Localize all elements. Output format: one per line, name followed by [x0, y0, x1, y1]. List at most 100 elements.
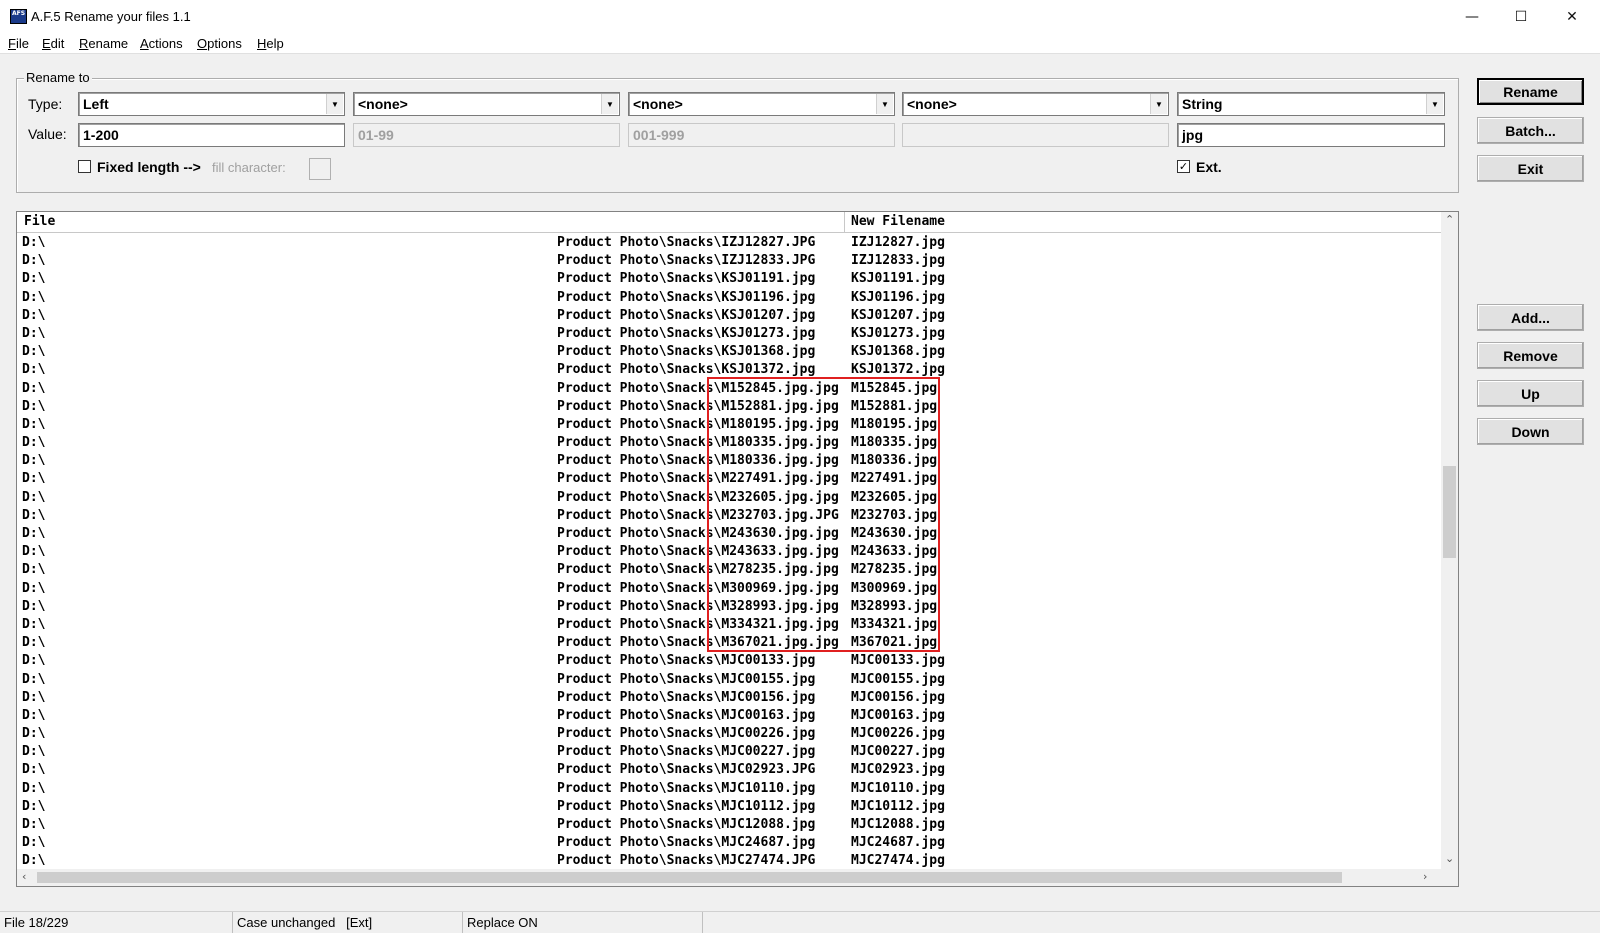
table-row[interactable]: D:\ Product Photo\Snacks\IZJ12827.JPG IZJ1…: [17, 234, 1442, 252]
status-file-count: File 18/229: [0, 912, 233, 933]
chevron-down-icon[interactable]: ▼: [601, 94, 618, 114]
table-row[interactable]: D:\ Product Photo\Snacks\MJC12088.jpg MJC1…: [17, 816, 1442, 834]
file-name: M328993.jpg.jpg: [721, 598, 839, 614]
scroll-right-icon[interactable]: ›: [1423, 870, 1427, 883]
value-field-5[interactable]: jpg: [1177, 123, 1445, 147]
file-path: Product Photo\Snacks\M180335.jpg.jpg: [557, 435, 844, 450]
table-row[interactable]: D:\ Product Photo\Snacks\M227491.jpg.jpg M…: [17, 470, 1442, 488]
table-row[interactable]: D:\ Product Photo\Snacks\MJC00226.jpg MJC0…: [17, 725, 1442, 743]
type-select-1[interactable]: Left ▼: [78, 92, 345, 116]
file-name: MJC10112.jpg: [721, 798, 816, 814]
table-row[interactable]: D:\ Product Photo\Snacks\MJC10112.jpg MJC1…: [17, 798, 1442, 816]
file-path: Product Photo\Snacks\KSJ01196.jpg: [557, 290, 844, 305]
table-row[interactable]: D:\ Product Photo\Snacks\M180336.jpg.jpg M…: [17, 452, 1442, 470]
table-row[interactable]: D:\ Product Photo\Snacks\M300969.jpg.jpg M…: [17, 580, 1442, 598]
type-select-4[interactable]: <none> ▼: [902, 92, 1169, 116]
file-drive: D:\: [22, 435, 46, 451]
column-header-new-filename[interactable]: New Filename: [851, 214, 945, 229]
fixed-length-checkbox[interactable]: [78, 160, 91, 173]
chevron-down-icon[interactable]: ▼: [1426, 94, 1443, 114]
maximize-icon[interactable]: ☐: [1497, 0, 1545, 34]
down-button[interactable]: Down: [1477, 418, 1584, 445]
table-row[interactable]: D:\ Product Photo\Snacks\KSJ01207.jpg KSJ0…: [17, 307, 1442, 325]
table-row[interactable]: D:\ Product Photo\Snacks\MJC00156.jpg MJC0…: [17, 689, 1442, 707]
table-row[interactable]: D:\ Product Photo\Snacks\KSJ01191.jpg KSJ0…: [17, 270, 1442, 288]
menu-file[interactable]: File: [8, 36, 29, 51]
scroll-up-icon[interactable]: ⌃: [1445, 213, 1454, 226]
table-row[interactable]: D:\ Product Photo\Snacks\MJC00133.jpg MJC0…: [17, 652, 1442, 670]
exit-button[interactable]: Exit: [1477, 155, 1584, 182]
table-row[interactable]: D:\ Product Photo\Snacks\IZJ12833.JPG IZJ1…: [17, 252, 1442, 270]
table-row[interactable]: D:\ Product Photo\Snacks\MJC24687.jpg MJC2…: [17, 834, 1442, 852]
ext-checkbox[interactable]: ✓: [1177, 160, 1190, 173]
type-select-3[interactable]: <none> ▼: [628, 92, 895, 116]
file-drive: D:\: [22, 507, 46, 523]
rename-to-legend: Rename to: [24, 70, 92, 85]
file-drive: D:\: [22, 416, 46, 432]
batch-button[interactable]: Batch...: [1477, 117, 1584, 144]
table-row[interactable]: D:\ Product Photo\Snacks\M328993.jpg.jpg M…: [17, 598, 1442, 616]
table-row[interactable]: D:\ Product Photo\Snacks\M367021.jpg.jpg M…: [17, 634, 1442, 652]
table-row[interactable]: D:\ Product Photo\Snacks\MJC02923.JPG MJC0…: [17, 761, 1442, 779]
close-icon[interactable]: ✕: [1548, 0, 1596, 34]
chevron-down-icon[interactable]: ▼: [326, 94, 343, 114]
remove-button[interactable]: Remove: [1477, 342, 1584, 369]
file-path: Product Photo\Snacks\M180195.jpg.jpg: [557, 417, 844, 432]
menu-options[interactable]: Options: [197, 36, 242, 51]
scroll-left-icon[interactable]: ‹: [22, 870, 26, 883]
fixed-length-label[interactable]: Fixed length -->: [97, 159, 201, 175]
horizontal-scrollbar[interactable]: ‹ ›: [17, 869, 1458, 886]
table-row[interactable]: D:\ Product Photo\Snacks\M180335.jpg.jpg M…: [17, 434, 1442, 452]
file-path: Product Photo\Snacks\M152881.jpg.jpg: [557, 399, 844, 414]
chevron-down-icon[interactable]: ▼: [1150, 94, 1167, 114]
file-name: M243633.jpg.jpg: [721, 544, 839, 560]
table-row[interactable]: D:\ Product Photo\Snacks\KSJ01273.jpg KSJ0…: [17, 325, 1442, 343]
rename-button[interactable]: Rename: [1477, 78, 1584, 105]
table-row[interactable]: D:\ Product Photo\Snacks\M180195.jpg.jpg M…: [17, 416, 1442, 434]
up-button[interactable]: Up: [1477, 380, 1584, 407]
horizontal-scroll-thumb[interactable]: [37, 872, 1342, 883]
chevron-down-icon[interactable]: ▼: [876, 94, 893, 114]
file-path: Product Photo\Snacks\M300969.jpg.jpg: [557, 581, 844, 596]
table-row[interactable]: D:\ Product Photo\Snacks\KSJ01196.jpg KSJ0…: [17, 289, 1442, 307]
add-button[interactable]: Add...: [1477, 304, 1584, 331]
ext-label[interactable]: Ext.: [1196, 159, 1222, 175]
table-row[interactable]: D:\ Product Photo\Snacks\M243630.jpg.jpg M…: [17, 525, 1442, 543]
type-select-5[interactable]: String ▼: [1177, 92, 1445, 116]
table-row[interactable]: D:\ Product Photo\Snacks\KSJ01368.jpg KSJ0…: [17, 343, 1442, 361]
file-drive: D:\: [22, 271, 46, 287]
column-header-file[interactable]: File: [24, 214, 55, 229]
table-row[interactable]: D:\ Product Photo\Snacks\M243633.jpg.jpg M…: [17, 543, 1442, 561]
table-row[interactable]: D:\ Product Photo\Snacks\KSJ01372.jpg KSJ0…: [17, 361, 1442, 379]
table-row[interactable]: D:\ Product Photo\Snacks\M232703.jpg.JPG M…: [17, 507, 1442, 525]
fill-character-label: fill character:: [212, 160, 286, 175]
menu-rename[interactable]: Rename: [79, 36, 128, 51]
table-row[interactable]: D:\ Product Photo\Snacks\M152881.jpg.jpg M…: [17, 398, 1442, 416]
minimize-icon[interactable]: —: [1448, 0, 1496, 34]
column-divider[interactable]: [844, 212, 845, 233]
file-path-prefix: Product Photo\Snacks\: [557, 435, 722, 451]
table-row[interactable]: D:\ Product Photo\Snacks\MJC00163.jpg MJC0…: [17, 707, 1442, 725]
type-select-2[interactable]: <none> ▼: [353, 92, 620, 116]
scroll-down-icon[interactable]: ⌄: [1445, 852, 1454, 865]
file-list[interactable]: File New Filename D:\ Product Photo\Snack…: [16, 211, 1459, 887]
vertical-scroll-thumb[interactable]: [1443, 466, 1456, 558]
table-row[interactable]: D:\ Product Photo\Snacks\MJC27474.JPG MJC2…: [17, 852, 1442, 870]
menu-actions[interactable]: Actions: [140, 36, 183, 51]
table-row[interactable]: D:\ Product Photo\Snacks\MJC00227.jpg MJC0…: [17, 743, 1442, 761]
table-row[interactable]: D:\ Product Photo\Snacks\M152845.jpg.jpg M…: [17, 380, 1442, 398]
value-field-1[interactable]: 1-200: [78, 123, 345, 147]
table-row[interactable]: D:\ Product Photo\Snacks\MJC00155.jpg MJC0…: [17, 671, 1442, 689]
new-filename: M243630.jpg: [851, 526, 938, 541]
table-row[interactable]: D:\ Product Photo\Snacks\M334321.jpg.jpg M…: [17, 616, 1442, 634]
file-path-prefix: Product Photo\Snacks\: [557, 289, 722, 305]
file-name: MJC00155.jpg: [721, 671, 816, 687]
menu-edit[interactable]: Edit: [42, 36, 64, 51]
vertical-scrollbar[interactable]: ⌃ ⌄: [1441, 212, 1458, 869]
table-row[interactable]: D:\ Product Photo\Snacks\M232605.jpg.jpg M…: [17, 489, 1442, 507]
file-path-prefix: Product Photo\Snacks\: [557, 689, 722, 705]
table-row[interactable]: D:\ Product Photo\Snacks\MJC10110.jpg MJC1…: [17, 780, 1442, 798]
table-row[interactable]: D:\ Product Photo\Snacks\M278235.jpg.jpg M…: [17, 561, 1442, 579]
file-path-prefix: Product Photo\Snacks\: [557, 635, 722, 651]
menu-help[interactable]: Help: [257, 36, 284, 51]
